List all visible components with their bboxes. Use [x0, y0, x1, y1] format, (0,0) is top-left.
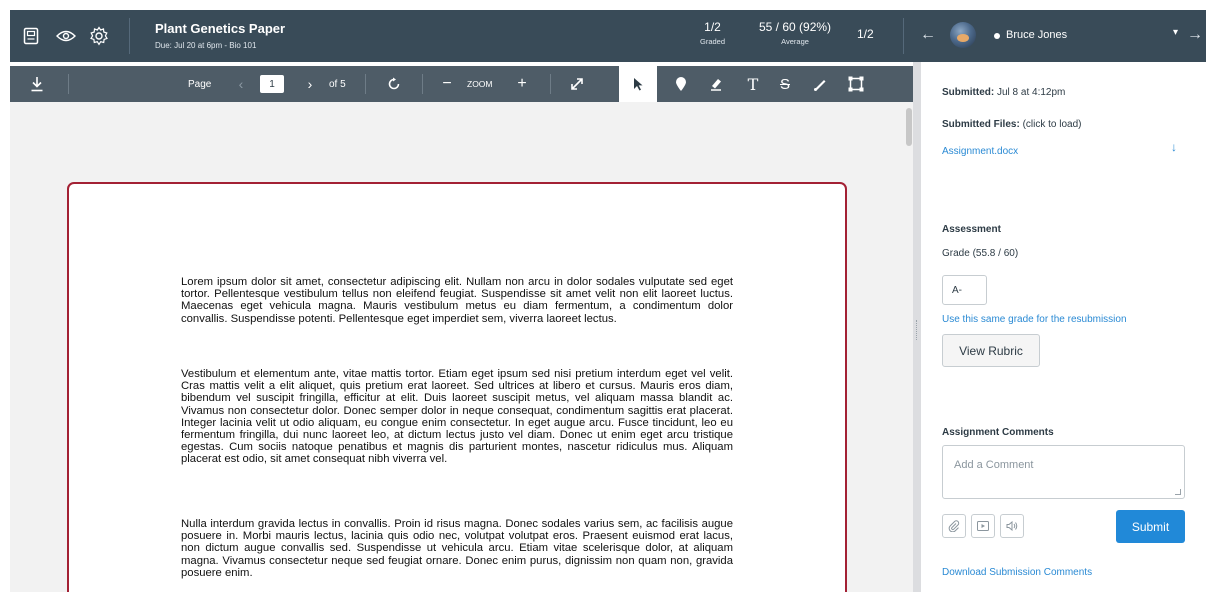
- view-rubric-button[interactable]: View Rubric: [942, 334, 1040, 367]
- speedgrader-app: Plant Genetics Paper Due: Jul 20 at 6pm …: [0, 0, 1206, 592]
- select-tool-button[interactable]: [619, 66, 657, 102]
- submitted-files-hint: (click to load): [1022, 119, 1082, 130]
- document-paragraph: Nulla interdum gravida lectus in convall…: [181, 518, 733, 579]
- average-value: 55 / 60 (92%): [759, 20, 832, 34]
- header-bar: Plant Genetics Paper Due: Jul 20 at 6pm …: [10, 10, 1206, 62]
- assignment-subtitle: Due: Jul 20 at 6pm - Bio 101: [155, 41, 257, 50]
- graded-stat: 1/2 Graded: [700, 20, 725, 46]
- graded-count: 1/2: [704, 20, 721, 34]
- submitted-info: Submitted: Jul 8 at 4:12pm: [942, 87, 1065, 98]
- grade-summary: Grade (55.8 / 60): [942, 248, 1019, 259]
- submit-comment-button[interactable]: Submit: [1116, 510, 1185, 543]
- prev-page-chevron-icon[interactable]: ‹: [234, 66, 248, 102]
- viewer-scrollbar[interactable]: [906, 108, 912, 146]
- student-dropdown-caret-icon[interactable]: ▾: [1173, 27, 1178, 38]
- zoom-out-icon[interactable]: −: [438, 66, 456, 102]
- average-label: Average: [781, 37, 809, 46]
- attach-file-paperclip-icon[interactable]: [942, 514, 966, 538]
- resize-grip-icon[interactable]: [916, 320, 918, 340]
- file-download-arrow-icon[interactable]: ↓: [1171, 140, 1177, 154]
- document-page: Lorem ipsum dolor sit amet, consectetur …: [67, 182, 847, 592]
- grading-sidebar: Submitted: Jul 8 at 4:12pm Submitted Fil…: [921, 62, 1206, 592]
- submitted-date: Jul 8 at 4:12pm: [997, 87, 1066, 98]
- eye-icon[interactable]: [54, 24, 78, 48]
- strikeout-icon[interactable]: S: [775, 66, 795, 102]
- submitted-label: Submitted:: [942, 87, 995, 98]
- document-paragraph: Lorem ipsum dolor sit amet, consectetur …: [181, 276, 733, 325]
- average-stat: 55 / 60 (92%) Average: [759, 20, 831, 46]
- next-page-chevron-icon[interactable]: ›: [303, 66, 317, 102]
- submission-file-link[interactable]: Assignment.docx: [942, 146, 1018, 157]
- toolbar-divider: [550, 74, 551, 94]
- submitted-files-info: Submitted Files: (click to load): [942, 119, 1081, 130]
- zoom-label: ZOOM: [467, 79, 493, 89]
- zoom-in-icon[interactable]: +: [513, 66, 531, 102]
- point-annotation-pin-icon[interactable]: [671, 66, 691, 102]
- comments-heading: Assignment Comments: [942, 427, 1054, 438]
- submitted-files-label: Submitted Files:: [942, 119, 1020, 130]
- expand-fullscreen-icon[interactable]: [566, 66, 588, 102]
- previous-student-arrow-icon[interactable]: ←: [920, 26, 936, 44]
- audio-comment-speaker-icon[interactable]: [1000, 514, 1024, 538]
- document-viewer[interactable]: Lorem ipsum dolor sit amet, consectetur …: [10, 102, 913, 592]
- submission-position-text: 1/2: [857, 27, 874, 41]
- graded-label: Graded: [700, 37, 726, 46]
- document-paragraph: Vestibulum et elementum ante, vitae matt…: [181, 368, 733, 466]
- header-divider: [903, 18, 904, 54]
- student-name[interactable]: Bruce Jones: [1006, 29, 1067, 41]
- textarea-resize-grip-icon[interactable]: [1175, 489, 1181, 495]
- toolbar-divider: [365, 74, 366, 94]
- page-label: Page: [188, 78, 212, 90]
- media-comment-icon[interactable]: [971, 514, 995, 538]
- toolbar-divider: [68, 74, 69, 94]
- next-student-arrow-icon[interactable]: →: [1187, 26, 1203, 44]
- assessment-heading: Assessment: [942, 224, 1001, 235]
- freehand-draw-icon[interactable]: [810, 66, 830, 102]
- comment-placeholder: Add a Comment: [954, 459, 1034, 471]
- assignment-title[interactable]: Plant Genetics Paper: [155, 21, 285, 36]
- page-total: of 5: [329, 78, 346, 90]
- area-annotation-icon[interactable]: [846, 66, 866, 102]
- cursor-arrow-icon: [629, 66, 647, 102]
- gradebook-icon[interactable]: [19, 24, 43, 48]
- student-avatar: [950, 22, 976, 48]
- rotate-icon[interactable]: [383, 66, 405, 102]
- submission-position: 1/2: [857, 27, 874, 41]
- download-comments-link[interactable]: Download Submission Comments: [942, 567, 1092, 578]
- highlight-pen-icon[interactable]: [706, 66, 726, 102]
- status-dot-icon: [994, 33, 1000, 39]
- text-tool-icon[interactable]: T: [743, 66, 763, 102]
- page-number-input[interactable]: 1: [260, 75, 284, 93]
- use-same-grade-link[interactable]: Use this same grade for the resubmission: [942, 314, 1127, 325]
- toolbar-divider: [422, 74, 423, 94]
- annotation-toolbar: Page ‹ 1 › of 5 − ZOOM + T S: [10, 66, 913, 102]
- grade-input[interactable]: A-: [942, 275, 987, 305]
- comment-textarea[interactable]: Add a Comment: [942, 445, 1185, 499]
- settings-gear-icon[interactable]: [87, 24, 111, 48]
- header-divider: [129, 18, 130, 54]
- download-icon[interactable]: [26, 66, 48, 102]
